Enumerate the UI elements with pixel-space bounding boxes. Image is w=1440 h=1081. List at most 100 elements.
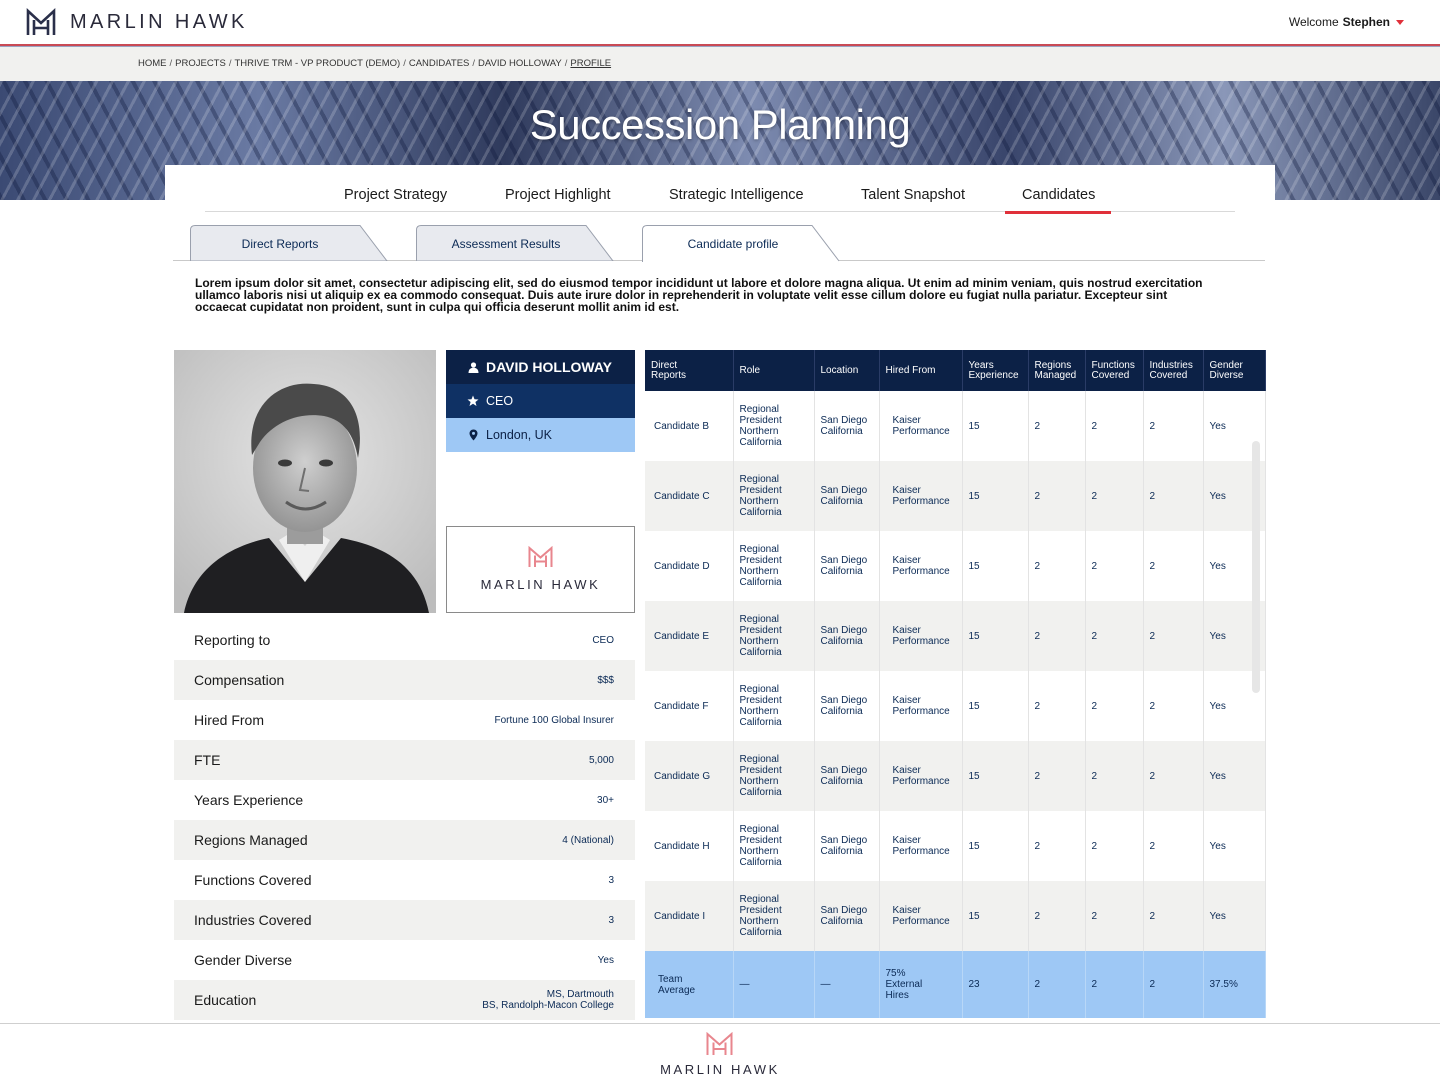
candidate-attributes: Reporting to CEO Compensation $$$ Hired Fr…	[174, 620, 635, 1020]
user-menu[interactable]: Welcome Stephen	[1289, 15, 1404, 29]
gender-cell: Yes	[1203, 811, 1266, 881]
brand-logo[interactable]: MARLIN HAWK	[26, 8, 248, 36]
breadcrumb-separator: /	[403, 58, 406, 69]
years-cell: 15	[962, 391, 1029, 461]
table-row[interactable]: Candidate C Regional President Northern Cali…	[645, 461, 1266, 531]
tab-project-strategy[interactable]: Project Strategy	[344, 187, 447, 203]
cell-line: California	[820, 426, 863, 437]
cell-line: President	[739, 695, 782, 706]
intro-text: Lorem ipsum dolor sit amet, consectetur …	[195, 276, 1203, 314]
user-name: Stephen	[1342, 15, 1390, 29]
years-cell: 15	[962, 461, 1029, 531]
industries-cell: 2	[1143, 461, 1204, 531]
industries-cell: 2	[1143, 741, 1204, 811]
column-header[interactable]: Gender Diverse	[1203, 350, 1266, 391]
breadcrumb-projects[interactable]: PROJECTS	[175, 58, 226, 69]
breadcrumb-current[interactable]: PROFILE	[570, 58, 611, 69]
cell-line: External	[885, 979, 923, 990]
cell-line: Northern	[739, 706, 779, 717]
years-cell: 15	[962, 531, 1029, 601]
cell-line: San Diego	[820, 905, 868, 916]
column-header-label: Role	[739, 364, 761, 376]
table-row[interactable]: Candidate H Regional President Northern Cali…	[645, 811, 1266, 881]
cell-line: Kaiser	[892, 555, 921, 566]
attribute-label: Regions Managed	[194, 832, 308, 848]
subtab-candidate-profile[interactable]: Candidate profile	[642, 225, 840, 262]
cell-line: California	[739, 437, 782, 448]
cell-line: Northern	[739, 636, 779, 647]
marlin-hawk-logo-icon	[706, 1032, 733, 1055]
cell-line: California	[820, 846, 863, 857]
attribute-row: Gender Diverse Yes	[174, 940, 635, 980]
column-header[interactable]: Role	[733, 350, 815, 391]
cell-line: President	[739, 555, 782, 566]
cell-line: San Diego	[820, 625, 868, 636]
regions-cell: 2	[1028, 881, 1086, 951]
cell-line: President	[739, 485, 782, 496]
regions-cell: 2	[1028, 671, 1086, 741]
table-row[interactable]: Candidate E Regional President Northern Cali…	[645, 601, 1266, 671]
column-header[interactable]: Functions Covered	[1085, 350, 1144, 391]
regions-cell: 2	[1028, 531, 1086, 601]
candidate-role-row: CEO	[446, 384, 635, 418]
breadcrumb-project[interactable]: THRIVE TRM - VP PRODUCT (DEMO)	[234, 58, 400, 69]
cell-line: President	[739, 905, 782, 916]
company-logo-card: MARLIN HAWK	[446, 526, 635, 613]
cell-line: President	[739, 415, 782, 426]
table-row[interactable]: Candidate G Regional President Northern Cali…	[645, 741, 1266, 811]
attribute-label: Functions Covered	[194, 872, 312, 888]
column-header[interactable]: Industries Covered	[1143, 350, 1204, 391]
education-line: MS, Dartmouth	[546, 989, 614, 1000]
cell-line: Kaiser	[892, 905, 921, 916]
breadcrumb-separator: /	[564, 58, 568, 69]
attribute-value: 30+	[597, 794, 614, 806]
breadcrumb-candidate[interactable]: DAVID HOLLOWAY	[478, 58, 562, 69]
attribute-label: FTE	[194, 752, 221, 768]
table-scrollbar[interactable]	[1252, 441, 1260, 693]
tab-project-highlight[interactable]: Project Highlight	[505, 187, 611, 203]
cell-line: Performance	[892, 706, 950, 717]
cell-line: Kaiser	[892, 835, 921, 846]
cell-line: Kaiser	[892, 695, 921, 706]
column-header[interactable]: Direct Reports	[645, 350, 734, 391]
caret-down-icon[interactable]	[1396, 19, 1404, 25]
location-cell: San Diego California	[814, 671, 880, 741]
candidate-cell: Candidate C	[645, 461, 734, 531]
candidate-cell: Candidate E	[645, 601, 734, 671]
cell-line: Performance	[892, 636, 950, 647]
column-header[interactable]: Years Experience	[962, 350, 1029, 391]
breadcrumb: HOME / PROJECTS / THRIVE TRM - VP PRODUCT …	[138, 58, 611, 69]
table-row[interactable]: Candidate I Regional President Northern Cali…	[645, 881, 1266, 951]
tab-candidates[interactable]: Candidates	[1004, 187, 1112, 214]
cell-line: Performance	[892, 776, 950, 787]
column-header[interactable]: Regions Managed	[1028, 350, 1086, 391]
industries-cell: 2	[1143, 601, 1204, 671]
years-cell: 15	[962, 601, 1029, 671]
location-cell: —	[814, 951, 880, 1018]
page-title: Succession Planning	[529, 101, 911, 148]
regions-cell: 2	[1028, 391, 1086, 461]
attribute-label: Education	[194, 992, 257, 1008]
breadcrumb-candidates[interactable]: CANDIDATES	[409, 58, 470, 69]
subtab-direct-reports[interactable]: Direct Reports	[190, 225, 388, 261]
attribute-label: Industries Covered	[194, 912, 312, 928]
role-cell: Regional President Northern California	[733, 461, 815, 531]
subtab-assessment-results[interactable]: Assessment Results	[416, 225, 614, 261]
candidate-cell: Candidate H	[645, 811, 734, 881]
years-cell: 15	[962, 811, 1029, 881]
cell-line: Northern	[739, 496, 779, 507]
breadcrumb-home[interactable]: HOME	[138, 58, 167, 69]
table-row[interactable]: Candidate F Regional President Northern Cali…	[645, 671, 1266, 741]
column-header[interactable]: Hired From	[879, 350, 963, 391]
functions-cell: 2	[1085, 741, 1144, 811]
profile-subtabs: Direct Reports Assessment Results Candid…	[173, 225, 1265, 262]
column-header[interactable]: Location	[814, 350, 880, 391]
tab-strategic-intelligence[interactable]: Strategic Intelligence	[669, 187, 804, 203]
column-header-label: Managed	[1034, 369, 1077, 381]
tab-talent-snapshot[interactable]: Talent Snapshot	[861, 187, 965, 203]
table-row[interactable]: Candidate D Regional President Northern Cali…	[645, 531, 1266, 601]
attribute-label: Compensation	[194, 672, 285, 688]
table-row[interactable]: Candidate B Regional President Northern Cali…	[645, 391, 1266, 461]
location-cell: San Diego California	[814, 461, 880, 531]
cell-line: San Diego	[820, 835, 868, 846]
